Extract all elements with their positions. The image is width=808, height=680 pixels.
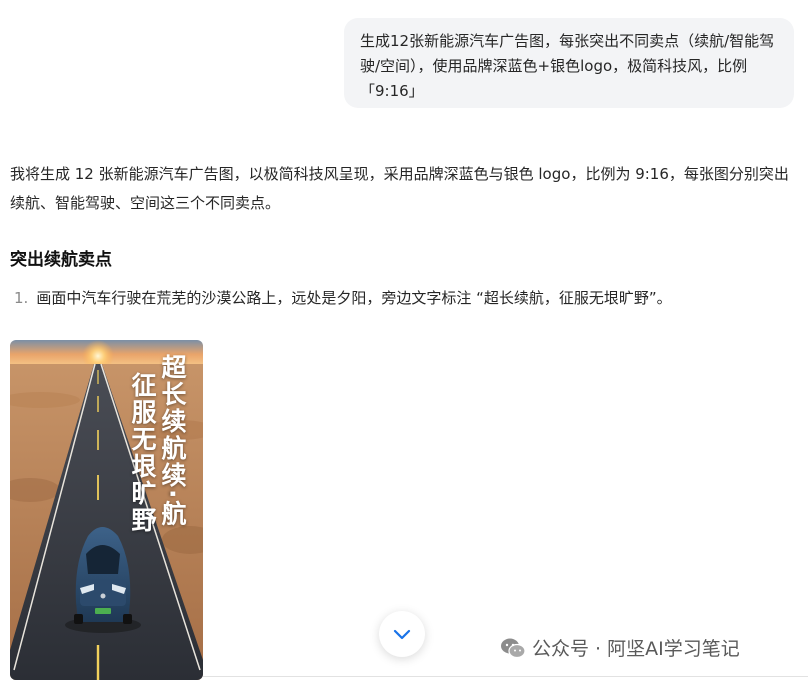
generated-ad-image[interactable]: 超长续航续·航 征服无垠旷野 — [10, 340, 203, 680]
scroll-to-bottom-button[interactable] — [379, 611, 425, 657]
chevron-down-icon — [393, 629, 411, 640]
watermark-text: 公众号 · 阿坚AI学习笔记 — [532, 638, 740, 660]
ad-headline-column-2: 征服无垠旷野 — [128, 372, 157, 534]
user-message-text: 生成12张新能源汽车广告图，每张突出不同卖点（续航/智能驾驶/空间），使用品牌深… — [360, 32, 775, 100]
list-item-number: 1. — [14, 289, 29, 307]
list-item: 1. 画面中汽车行驶在荒芜的沙漠公路上，远处是夕阳，旁边文字标注 “超长续航，征服… — [14, 286, 794, 310]
divider — [203, 676, 808, 677]
list-item-text: 画面中汽车行驶在荒芜的沙漠公路上，远处是夕阳，旁边文字标注 “超长续航，征服无垠… — [36, 289, 672, 307]
section-heading: 突出续航卖点 — [10, 250, 112, 270]
ad-headline-column-1: 超长续航续·航 — [158, 354, 187, 528]
assistant-intro-paragraph: 我将生成 12 张新能源汽车广告图，以极简科技风呈现，采用品牌深蓝色与银色 lo… — [10, 165, 789, 212]
watermark: 公众号 · 阿坚AI学习笔记 — [500, 634, 740, 661]
wechat-icon — [501, 638, 526, 658]
user-message-bubble: 生成12张新能源汽车广告图，每张突出不同卖点（续航/智能驾驶/空间），使用品牌深… — [344, 18, 794, 108]
